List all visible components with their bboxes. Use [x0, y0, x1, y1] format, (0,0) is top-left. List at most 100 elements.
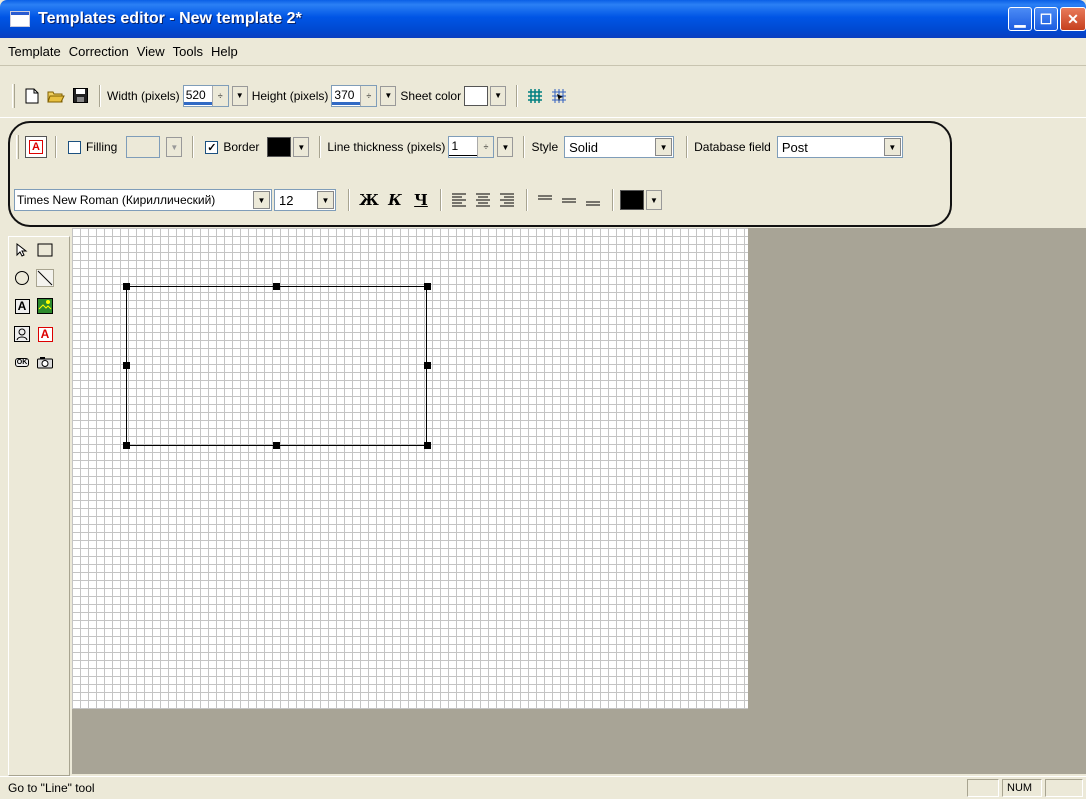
menu-bar: Template Correction View Tools Help	[0, 38, 1086, 66]
underline-button[interactable]: Ч	[408, 191, 434, 209]
photo-field-tool-icon[interactable]	[13, 325, 31, 343]
database-field-select[interactable]: Post ▼	[776, 136, 903, 158]
height-spinner[interactable]: 370 ÷	[331, 84, 378, 107]
border-color-swatch[interactable]	[267, 137, 292, 157]
style-select[interactable]: Solid ▼	[564, 136, 675, 158]
bold-button[interactable]: Ж	[356, 191, 382, 209]
field-text-tool-icon[interactable]: A	[36, 325, 54, 343]
menu-correction[interactable]: Correction	[65, 44, 133, 59]
menu-view[interactable]: View	[133, 44, 169, 59]
width-dropdown-button[interactable]: ▼	[231, 85, 248, 106]
selected-rectangle[interactable]	[126, 286, 427, 446]
separator	[523, 136, 526, 158]
resize-handle[interactable]	[424, 442, 431, 449]
text-tool-icon[interactable]: A	[25, 136, 47, 158]
resize-handle[interactable]	[273, 283, 280, 290]
new-file-icon[interactable]	[21, 85, 43, 107]
separator	[516, 84, 519, 107]
spin-arrows-icon[interactable]: ÷	[360, 85, 377, 106]
width-value[interactable]: 520	[183, 87, 212, 105]
filling-checkbox[interactable]	[68, 140, 81, 154]
font-size-select[interactable]: 12 ▼	[274, 189, 336, 211]
tool-palette: A A OK	[8, 236, 70, 776]
width-label: Width (pixels)	[107, 88, 180, 103]
resize-handle[interactable]	[123, 362, 130, 369]
separator	[612, 189, 614, 211]
shape-properties-toolbar: A Filling ▼ ✓ Border ▼ Line thickness (p…	[0, 132, 909, 162]
status-bar: Go to "Line" tool NUM	[0, 776, 1086, 799]
height-label: Height (pixels)	[251, 88, 329, 103]
save-icon[interactable]	[69, 85, 91, 107]
resize-handle[interactable]	[123, 283, 130, 290]
chevron-down-icon[interactable]: ▼	[317, 191, 334, 209]
filling-color-dropdown[interactable]: ▼	[166, 137, 183, 157]
valign-middle-icon[interactable]	[558, 189, 580, 211]
snap-to-grid-icon[interactable]	[548, 85, 570, 107]
text-color-dropdown[interactable]: ▼	[646, 190, 662, 210]
camera-tool-icon[interactable]	[36, 353, 54, 371]
image-tool-icon[interactable]	[36, 297, 54, 315]
resize-handle[interactable]	[273, 442, 280, 449]
open-folder-icon[interactable]	[45, 85, 67, 107]
database-field-label: Database field	[694, 140, 771, 154]
font-name-select[interactable]: Times New Roman (Кириллический) ▼	[14, 189, 272, 211]
text-color-swatch[interactable]	[620, 190, 644, 210]
menu-tools[interactable]: Tools	[169, 44, 207, 59]
separator	[526, 189, 528, 211]
separator	[55, 136, 57, 158]
window-controls: ▁ ☐ ✕	[1008, 7, 1086, 31]
grid-icon[interactable]	[524, 85, 546, 107]
toolbar-grip[interactable]	[12, 83, 15, 108]
separator	[99, 84, 101, 107]
menu-help[interactable]: Help	[207, 44, 242, 59]
style-value: Solid	[569, 139, 599, 155]
border-color-dropdown[interactable]: ▼	[293, 137, 310, 157]
italic-button[interactable]: К	[382, 191, 408, 209]
ellipse-tool-icon[interactable]	[13, 269, 31, 287]
database-field-value: Post	[781, 139, 808, 155]
window-title: Templates editor - New template 2*	[38, 10, 302, 27]
height-dropdown-button[interactable]: ▼	[380, 85, 397, 106]
line-tool-icon[interactable]	[36, 269, 54, 287]
align-left-icon[interactable]	[448, 189, 470, 211]
title-bar: Templates editor - New template 2* ▁ ☐ ✕	[0, 0, 1086, 38]
pointer-tool-icon[interactable]	[13, 241, 31, 259]
sheet-toolbar: Width (pixels) 520 ÷ ▼ Height (pixels) 3…	[0, 74, 1086, 118]
resize-handle[interactable]	[123, 442, 130, 449]
resize-handle[interactable]	[424, 362, 431, 369]
chevron-down-icon[interactable]: ▼	[883, 138, 901, 156]
line-thickness-spinner[interactable]: 1 ÷	[448, 136, 495, 158]
spin-arrows-icon[interactable]: ÷	[477, 137, 494, 157]
status-cell	[967, 779, 999, 797]
text-tool-icon[interactable]: A	[13, 297, 31, 315]
align-center-icon[interactable]	[472, 189, 494, 211]
width-spinner[interactable]: 520 ÷	[182, 84, 229, 107]
text-format-toolbar: Times New Roman (Кириллический) ▼ 12 ▼ Ж…	[0, 185, 666, 215]
line-thickness-dropdown[interactable]: ▼	[497, 137, 514, 157]
num-lock-indicator: NUM	[1002, 779, 1042, 797]
toolbar-grip[interactable]	[16, 135, 19, 159]
sheet-color-dropdown[interactable]: ▼	[490, 85, 507, 106]
resize-handle[interactable]	[424, 283, 431, 290]
menu-template[interactable]: Template	[4, 44, 65, 59]
spin-arrows-icon[interactable]: ÷	[211, 85, 228, 106]
filling-color-picker[interactable]	[126, 136, 161, 158]
valign-top-icon[interactable]	[534, 189, 556, 211]
style-label: Style	[531, 140, 559, 154]
line-thickness-label: Line thickness (pixels)	[327, 140, 446, 154]
close-button[interactable]: ✕	[1060, 7, 1086, 31]
sheet-color-swatch[interactable]	[464, 85, 489, 106]
ok-button-tool-icon[interactable]: OK	[13, 353, 31, 371]
maximize-button[interactable]: ☐	[1034, 7, 1058, 31]
status-cell	[1045, 779, 1083, 797]
chevron-down-icon[interactable]: ▼	[253, 191, 270, 209]
rectangle-tool-icon[interactable]	[36, 241, 54, 259]
height-value[interactable]: 370	[332, 87, 361, 105]
align-right-icon[interactable]	[496, 189, 518, 211]
line-thickness-value[interactable]: 1	[449, 138, 478, 156]
minimize-button[interactable]: ▁	[1008, 7, 1032, 31]
valign-bottom-icon[interactable]	[582, 189, 604, 211]
chevron-down-icon[interactable]: ▼	[655, 138, 673, 156]
border-checkbox[interactable]: ✓	[205, 140, 219, 154]
font-size-value: 12	[279, 192, 294, 208]
